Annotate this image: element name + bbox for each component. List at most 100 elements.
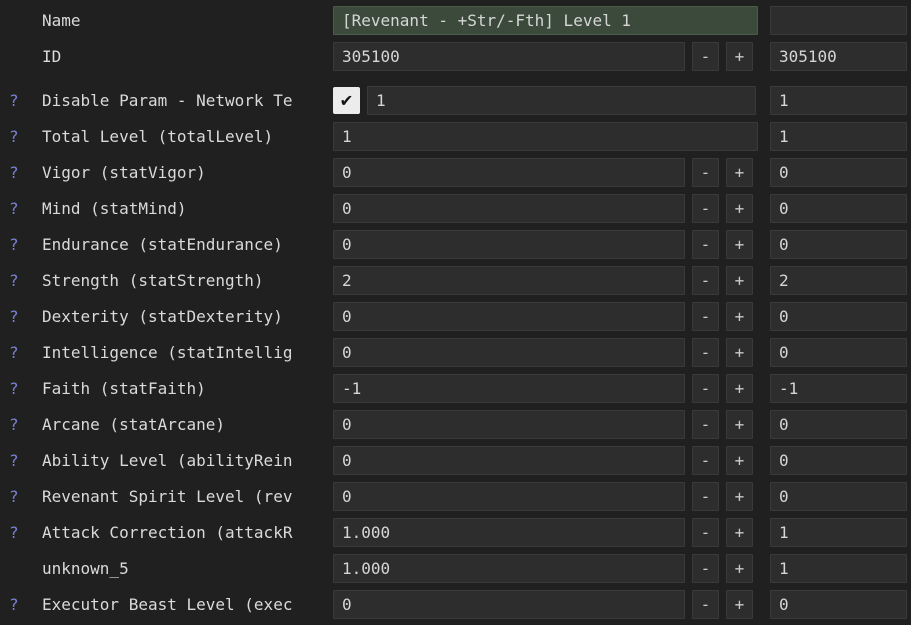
increment-button[interactable]: + — [726, 518, 753, 547]
compare-cell — [770, 590, 907, 619]
field-label: unknown_5 — [42, 559, 333, 578]
compare-value-input[interactable] — [770, 86, 907, 115]
decrement-button[interactable]: - — [692, 338, 719, 367]
value-input[interactable] — [333, 410, 685, 439]
help-icon[interactable]: ? — [0, 415, 42, 434]
value-input[interactable] — [333, 194, 685, 223]
value-input[interactable] — [333, 266, 685, 295]
compare-value-input[interactable] — [770, 194, 907, 223]
help-icon[interactable]: ? — [0, 127, 42, 146]
checkbox[interactable]: ✔ — [333, 87, 360, 114]
help-icon[interactable]: ? — [0, 379, 42, 398]
increment-button[interactable]: + — [726, 42, 753, 71]
compare-cell — [770, 42, 907, 71]
field-label: Strength (statStrength) — [42, 271, 333, 290]
compare-value-input[interactable] — [770, 266, 907, 295]
value-input[interactable] — [333, 158, 685, 187]
increment-button[interactable]: + — [726, 554, 753, 583]
compare-value-input[interactable] — [770, 302, 907, 331]
value-cell: - + — [333, 590, 758, 619]
value-input[interactable] — [333, 374, 685, 403]
help-icon[interactable]: ? — [0, 235, 42, 254]
help-icon[interactable]: ? — [0, 595, 42, 614]
increment-button[interactable]: + — [726, 410, 753, 439]
help-icon[interactable]: ? — [0, 343, 42, 362]
compare-cell — [770, 266, 907, 295]
increment-button[interactable]: + — [726, 338, 753, 367]
check-icon: ✔ — [341, 91, 352, 110]
param-row: ? Disable Param - Network Te ✔ — [0, 82, 911, 118]
compare-value-input[interactable] — [770, 518, 907, 547]
value-cell: - + — [333, 158, 758, 187]
decrement-button[interactable]: - — [692, 158, 719, 187]
compare-cell — [770, 122, 907, 151]
increment-button[interactable]: + — [726, 158, 753, 187]
param-row: ? Endurance (statEndurance) - + — [0, 226, 911, 262]
help-icon[interactable]: ? — [0, 451, 42, 470]
value-input[interactable] — [333, 302, 685, 331]
compare-value-input[interactable] — [770, 230, 907, 259]
help-icon[interactable]: ? — [0, 523, 42, 542]
decrement-button[interactable]: - — [692, 194, 719, 223]
increment-button[interactable]: + — [726, 266, 753, 295]
increment-button[interactable]: + — [726, 230, 753, 259]
compare-value-input[interactable] — [770, 158, 907, 187]
increment-button[interactable]: + — [726, 374, 753, 403]
decrement-button[interactable]: - — [692, 410, 719, 439]
compare-value-input[interactable] — [770, 338, 907, 367]
compare-value-input[interactable] — [770, 122, 907, 151]
decrement-button[interactable]: - — [692, 554, 719, 583]
param-row: ? Arcane (statArcane) - + — [0, 406, 911, 442]
decrement-button[interactable]: - — [692, 374, 719, 403]
compare-value-input[interactable] — [770, 6, 907, 35]
value-cell: ✔ — [333, 86, 758, 115]
compare-value-input[interactable] — [770, 554, 907, 583]
increment-button[interactable]: + — [726, 482, 753, 511]
value-input[interactable] — [333, 122, 758, 151]
help-icon[interactable]: ? — [0, 307, 42, 326]
value-cell: - + — [333, 374, 758, 403]
field-label: Disable Param - Network Te — [42, 91, 333, 110]
compare-value-input[interactable] — [770, 482, 907, 511]
param-row: ? Executor Beast Level (exec - + — [0, 586, 911, 622]
value-input[interactable] — [333, 590, 685, 619]
param-row: ID - + — [0, 38, 911, 74]
increment-button[interactable]: + — [726, 194, 753, 223]
value-input[interactable] — [333, 6, 758, 35]
compare-value-input[interactable] — [770, 446, 907, 475]
field-label: Faith (statFaith) — [42, 379, 333, 398]
value-input[interactable] — [333, 554, 685, 583]
field-label: Executor Beast Level (exec — [42, 595, 333, 614]
compare-cell — [770, 518, 907, 547]
compare-value-input[interactable] — [770, 410, 907, 439]
increment-button[interactable]: + — [726, 302, 753, 331]
compare-cell — [770, 338, 907, 367]
compare-value-input[interactable] — [770, 42, 907, 71]
decrement-button[interactable]: - — [692, 42, 719, 71]
value-input[interactable] — [333, 482, 685, 511]
decrement-button[interactable]: - — [692, 230, 719, 259]
decrement-button[interactable]: - — [692, 482, 719, 511]
decrement-button[interactable]: - — [692, 266, 719, 295]
decrement-button[interactable]: - — [692, 302, 719, 331]
help-icon[interactable]: ? — [0, 91, 42, 110]
value-input[interactable] — [333, 338, 685, 367]
compare-value-input[interactable] — [770, 374, 907, 403]
field-label: Total Level (totalLevel) — [42, 127, 333, 146]
decrement-button[interactable]: - — [692, 518, 719, 547]
decrement-button[interactable]: - — [692, 446, 719, 475]
value-input[interactable] — [333, 42, 685, 71]
increment-button[interactable]: + — [726, 446, 753, 475]
decrement-button[interactable]: - — [692, 590, 719, 619]
compare-value-input[interactable] — [770, 590, 907, 619]
help-icon[interactable]: ? — [0, 199, 42, 218]
value-cell: - + — [333, 554, 758, 583]
help-icon[interactable]: ? — [0, 163, 42, 182]
increment-button[interactable]: + — [726, 590, 753, 619]
help-icon[interactable]: ? — [0, 271, 42, 290]
value-input[interactable] — [333, 230, 685, 259]
value-input[interactable] — [333, 518, 685, 547]
help-icon[interactable]: ? — [0, 487, 42, 506]
value-input[interactable] — [333, 446, 685, 475]
value-input[interactable] — [367, 86, 756, 115]
